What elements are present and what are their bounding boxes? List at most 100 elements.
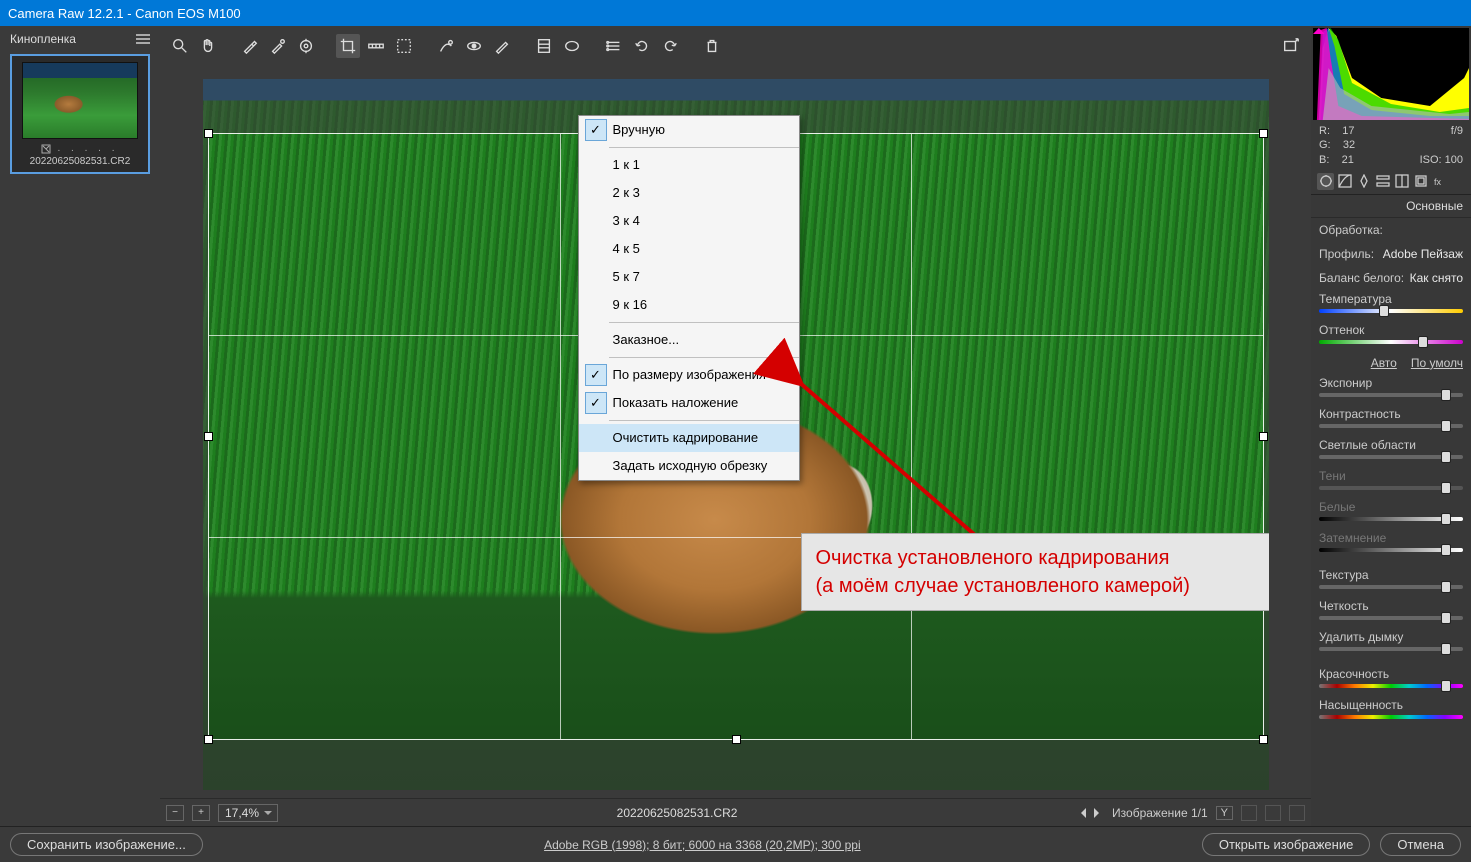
crop-dim [203,740,1269,790]
whites-slider[interactable]: Белые [1311,498,1471,529]
next-image-button[interactable] [1094,808,1104,818]
tab-fx-icon[interactable]: fx [1431,173,1448,190]
fullscreen-icon[interactable] [1279,34,1303,58]
profile-row[interactable]: Профиль:Adobe Пейзаж [1311,242,1471,266]
menu-item-ratio-2-3[interactable]: 2 к 3 [579,179,799,207]
status-filename: 20220625082531.CR2 [286,806,1068,820]
temperature-slider[interactable]: Температура [1311,290,1471,321]
menu-item-fit-image[interactable]: ✓По размеру изображения [579,361,799,389]
vibrance-slider[interactable]: Красочность [1311,665,1471,696]
menu-item-set-original-crop[interactable]: Задать исходную обрезку [579,452,799,480]
adjustment-panel: R: 17 G: 32 B: 21 f/9 ISO: 100 fx Основн… [1311,26,1471,826]
color-sampler-icon[interactable] [266,34,290,58]
menu-item-ratio-1-1[interactable]: 1 к 1 [579,151,799,179]
delete-icon[interactable] [700,34,724,58]
workflow-link[interactable]: Adobe RGB (1998); 8 бит; 6000 на 3368 (2… [544,838,861,852]
default-link[interactable]: По умолч [1411,356,1463,370]
svg-text:fx: fx [1434,177,1442,187]
highlights-slider[interactable]: Светлые области [1311,436,1471,467]
image-counter: Изображение 1/1 [1112,806,1208,820]
graduated-filter-icon[interactable] [532,34,556,58]
prev-image-button[interactable] [1076,808,1086,818]
shadows-slider[interactable]: Тени [1311,467,1471,498]
blacks-slider[interactable]: Затемнение [1311,529,1471,560]
crop-context-menu: ✓Вручную 1 к 1 2 к 3 3 к 4 4 к 5 5 к 7 9… [578,115,800,481]
crop-handle[interactable] [204,432,213,441]
auto-link[interactable]: Авто [1371,356,1397,370]
filmstrip-panel: Кинопленка . . . . . 20220625082531.CR2 [0,26,160,826]
cancel-button[interactable]: Отмена [1380,833,1461,856]
texture-slider[interactable]: Текстура [1311,566,1471,597]
menu-item-ratio-5-7[interactable]: 5 к 7 [579,263,799,291]
menu-item-show-overlay[interactable]: ✓Показать наложение [579,389,799,417]
menu-item-clear-crop[interactable]: Очистить кадрирование [579,424,799,452]
tab-split-icon[interactable] [1393,173,1410,190]
crop-handle[interactable] [1259,735,1268,744]
annotation-callout: Очистка установленого кадрирования (а мо… [801,533,1269,611]
clarity-slider[interactable]: Четкость [1311,597,1471,628]
tab-lens-icon[interactable] [1412,173,1429,190]
white-balance-row[interactable]: Баланс белого:Как снято [1311,266,1471,290]
saturation-slider[interactable]: Насыщенность [1311,696,1471,727]
contrast-slider[interactable]: Контрастность [1311,405,1471,436]
histogram[interactable] [1311,26,1471,122]
crop-tool-icon[interactable] [336,34,360,58]
annotation-text: Очистка установленого кадрирования [816,544,1269,572]
adjustment-brush-icon[interactable] [490,34,514,58]
targeted-adjustment-icon[interactable] [294,34,318,58]
crop-handle[interactable] [1259,129,1268,138]
radial-filter-icon[interactable] [560,34,584,58]
panel-tabs: fx [1311,169,1471,195]
save-image-button[interactable]: Сохранить изображение... [10,833,203,856]
image-canvas[interactable]: ✓Вручную 1 к 1 2 к 3 3 к 4 4 к 5 5 к 7 9… [203,79,1269,790]
menu-item-manual[interactable]: ✓Вручную [579,116,799,144]
annotation-text: (а моём случае установленого камерой) [816,572,1269,600]
crop-handle[interactable] [204,735,213,744]
view-mode-button[interactable] [1241,805,1257,821]
treatment-row[interactable]: Обработка: [1311,218,1471,242]
footer-bar: Сохранить изображение... Adobe RGB (1998… [0,826,1471,862]
filmstrip-menu-icon[interactable] [136,34,150,44]
menu-item-custom[interactable]: Заказное... [579,326,799,354]
zoom-out-button[interactable]: − [166,805,184,821]
toolbar [160,26,1311,66]
panel-title: Основные [1311,195,1471,218]
hand-tool-icon[interactable] [196,34,220,58]
open-image-button[interactable]: Открыть изображение [1202,833,1370,856]
menu-item-ratio-4-5[interactable]: 4 к 5 [579,235,799,263]
status-bar: − + 17,4% 20220625082531.CR2 Изображение… [160,798,1311,826]
tab-hsl-icon[interactable] [1374,173,1391,190]
red-eye-icon[interactable] [462,34,486,58]
exposure-slider[interactable]: Экспонир [1311,374,1471,405]
spot-removal-icon[interactable] [434,34,458,58]
straighten-tool-icon[interactable] [364,34,388,58]
check-icon: ✓ [585,364,607,386]
crop-handle[interactable] [204,129,213,138]
compare-mode-button[interactable]: Y [1216,806,1233,820]
dehaze-slider[interactable]: Удалить дымку [1311,628,1471,659]
tab-curve-icon[interactable] [1336,173,1353,190]
zoom-tool-icon[interactable] [168,34,192,58]
preferences-list-icon[interactable] [602,34,626,58]
tint-slider[interactable]: Оттенок [1311,321,1471,352]
check-icon: ✓ [585,119,607,141]
tab-detail-icon[interactable] [1355,173,1372,190]
eyedropper-wb-icon[interactable] [238,34,262,58]
crop-handle[interactable] [732,735,741,744]
rgb-readout: R: 17 G: 32 B: 21 f/9 ISO: 100 [1311,122,1471,169]
filmstrip-title: Кинопленка [10,32,76,46]
zoom-in-button[interactable]: + [192,805,210,821]
filmstrip-thumbnail[interactable]: . . . . . 20220625082531.CR2 [10,54,150,174]
app-title: Camera Raw 12.2.1 - Canon EOS M100 [8,6,241,21]
transform-tool-icon[interactable] [392,34,416,58]
rotate-ccw-icon[interactable] [630,34,654,58]
menu-item-ratio-9-16[interactable]: 9 к 16 [579,291,799,319]
tab-basic-icon[interactable] [1317,173,1334,190]
zoom-level-dropdown[interactable]: 17,4% [218,804,278,822]
crop-handle[interactable] [1259,432,1268,441]
view-mode-button[interactable] [1289,805,1305,821]
rotate-cw-icon[interactable] [658,34,682,58]
menu-item-ratio-3-4[interactable]: 3 к 4 [579,207,799,235]
view-mode-button[interactable] [1265,805,1281,821]
check-icon: ✓ [585,392,607,414]
